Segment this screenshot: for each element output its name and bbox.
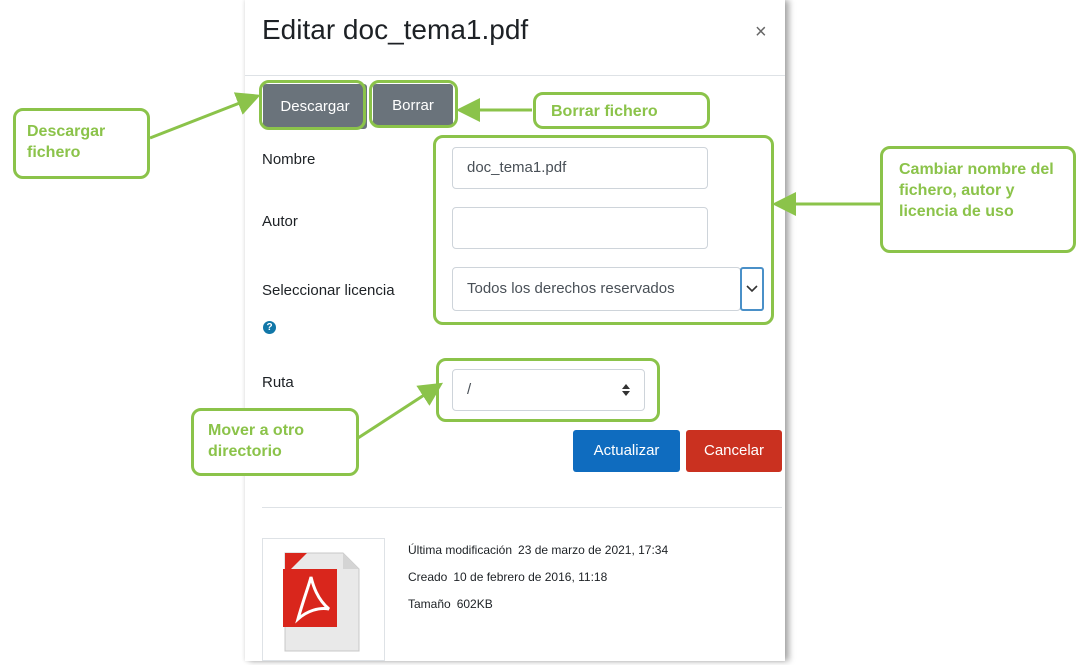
callout-download: Descargar fichero xyxy=(13,108,150,179)
callout-change: Cambiar nombre del fichero, autor y lice… xyxy=(880,146,1076,253)
callout-move: Mover a otro directorio xyxy=(191,408,359,476)
callout-delete: Borrar fichero xyxy=(533,92,710,129)
